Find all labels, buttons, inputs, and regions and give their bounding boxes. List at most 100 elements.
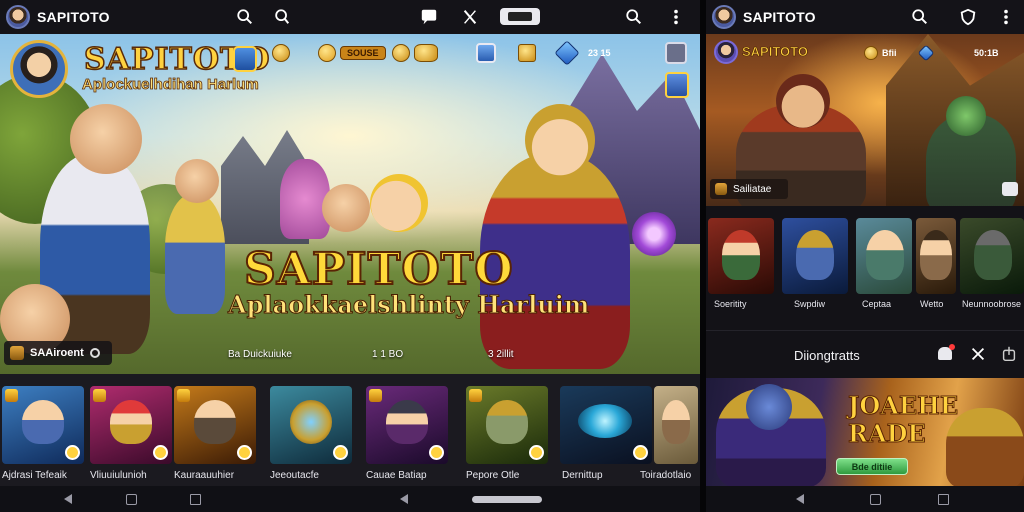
game-thumbnail[interactable] xyxy=(708,218,774,294)
hero-character-head xyxy=(525,104,595,176)
hud-gem[interactable] xyxy=(917,42,935,64)
back-icon[interactable] xyxy=(64,494,72,504)
hero-avatar[interactable] xyxy=(714,40,738,64)
notification-dot xyxy=(949,344,955,350)
star-icon xyxy=(318,44,336,62)
shield-icon[interactable] xyxy=(233,46,257,72)
hud-coins[interactable] xyxy=(392,42,438,64)
hero-badge-label: Sailiatae xyxy=(733,183,772,195)
shield-icon[interactable] xyxy=(958,7,978,27)
coin-icon xyxy=(392,44,410,62)
notifications-title: Diiongtratts xyxy=(794,348,860,363)
recents-icon[interactable] xyxy=(190,494,201,505)
settings-icon[interactable] xyxy=(665,42,687,64)
toggle-button[interactable] xyxy=(500,8,540,25)
search-icon[interactable] xyxy=(910,7,930,27)
game-thumbnail[interactable] xyxy=(654,386,698,464)
chat-bubble-icon[interactable] xyxy=(419,7,439,27)
home-icon[interactable] xyxy=(870,494,881,505)
expand-icon[interactable] xyxy=(1002,182,1018,196)
hud-currency[interactable]: SOUSE xyxy=(318,42,386,64)
gear-icon xyxy=(89,348,100,358)
home-icon[interactable] xyxy=(126,494,137,505)
hud-currency-value: SOUSE xyxy=(340,46,386,60)
promo-cta-button[interactable]: Bde ditiie xyxy=(836,458,908,475)
home-gesture-bar[interactable] xyxy=(472,496,542,503)
hero-footer-text: 3 2illit xyxy=(488,348,514,360)
hero-avatar[interactable] xyxy=(10,40,68,98)
hud-timer[interactable]: 50:1B xyxy=(974,42,999,64)
game-thumbnail[interactable] xyxy=(270,386,352,464)
game-thumbnail[interactable] xyxy=(916,218,956,294)
right-hero-banner[interactable]: SAPITOTO Bfii 50:1B Sailiatae xyxy=(706,34,1024,206)
hero-badge-label: SAAiroent xyxy=(30,347,84,359)
hero-character xyxy=(165,194,225,314)
back-icon[interactable] xyxy=(400,494,408,504)
hud-gems[interactable]: 23 15 xyxy=(554,40,611,66)
app-avatar[interactable] xyxy=(6,5,30,29)
hud-shield[interactable] xyxy=(476,42,496,64)
game-character xyxy=(194,400,236,444)
hero-banner[interactable]: SAPITOTO Aplockuelhdihan Harlum SOUSE 23… xyxy=(0,34,700,374)
play-icon xyxy=(65,445,80,460)
back-icon[interactable] xyxy=(796,494,804,504)
hero-footer-item: Ba Duickuiuke xyxy=(228,344,292,364)
hero-subheadline: Aplaokkaelshlinty Harluim xyxy=(227,290,590,320)
hero-badge[interactable]: SAAiroent xyxy=(4,341,112,365)
more-vert-icon[interactable] xyxy=(996,7,1016,27)
game-portal-art xyxy=(578,404,632,438)
hud-coins[interactable]: Bfii xyxy=(864,42,897,64)
hero-headline: SAPITOTO xyxy=(243,243,514,296)
game-badge-icon xyxy=(93,389,106,402)
game-thumbnail[interactable] xyxy=(2,386,84,464)
hud-crown[interactable] xyxy=(518,42,536,64)
right-top-app-bar: SAPITOTO xyxy=(706,0,1024,34)
game-title: Pepore Otle xyxy=(466,470,520,481)
hud-gems-value: 23 15 xyxy=(588,48,611,58)
game-badge-icon xyxy=(177,389,190,402)
game-badge-icon xyxy=(5,389,18,402)
share-icon[interactable] xyxy=(999,344,1019,364)
hero-footer-text: Ba Duickuiuke xyxy=(228,348,292,360)
game-character xyxy=(386,400,428,444)
left-top-app-bar: SAPITOTO xyxy=(0,0,700,34)
more-vert-icon[interactable] xyxy=(666,7,686,27)
search-icon[interactable] xyxy=(624,7,644,27)
game-title: Swpdiw xyxy=(794,299,826,309)
hud-coin[interactable] xyxy=(272,42,290,64)
game-title: Vliuuiulunioh xyxy=(90,470,147,481)
game-title: Cauae Batiap xyxy=(366,470,427,481)
system-nav-bar xyxy=(0,486,700,512)
right-app-window: SAPITOTO SAPITOTO Bfii 50:1B Sailiatae S… xyxy=(706,0,1024,512)
hud-timer-value: 50:1B xyxy=(974,48,999,58)
recents-icon[interactable] xyxy=(938,494,949,505)
hero-badge[interactable]: Sailiatae xyxy=(710,179,788,199)
game-title: Soeritity xyxy=(714,299,747,309)
x-logo-icon[interactable] xyxy=(460,7,480,27)
close-icon[interactable] xyxy=(968,344,988,364)
game-character xyxy=(866,230,904,280)
search-icon[interactable] xyxy=(272,7,292,27)
game-thumbnail[interactable] xyxy=(466,386,548,464)
hero-character-head xyxy=(70,104,142,174)
hero-footer-item: 1 1 BO xyxy=(372,344,403,364)
gem-icon xyxy=(554,40,580,66)
game-title: Kauraauuhier xyxy=(174,470,235,481)
search-icon[interactable] xyxy=(235,7,255,27)
game-thumbnail[interactable] xyxy=(174,386,256,464)
app-avatar[interactable] xyxy=(712,5,736,29)
game-thumbnail[interactable] xyxy=(856,218,912,294)
promo-banner[interactable]: JOAEHE RADE Bde ditiie xyxy=(706,378,1024,486)
shop-icon[interactable] xyxy=(665,72,689,98)
system-nav-bar xyxy=(706,486,1024,512)
game-thumbnail-strip: Ajdrasi Tefeaik Vliuuiulunioh Kauraauuhi… xyxy=(0,374,700,486)
game-title: Ajdrasi Tefeaik xyxy=(2,470,67,481)
game-thumbnail[interactable] xyxy=(782,218,848,294)
game-thumbnail[interactable] xyxy=(560,386,652,464)
play-icon xyxy=(633,445,648,460)
game-thumbnail[interactable] xyxy=(366,386,448,464)
hero-character-head xyxy=(776,74,830,128)
game-thumbnail[interactable] xyxy=(960,218,1024,294)
game-thumbnail[interactable] xyxy=(90,386,172,464)
app-title: SAPITOTO xyxy=(743,9,816,25)
